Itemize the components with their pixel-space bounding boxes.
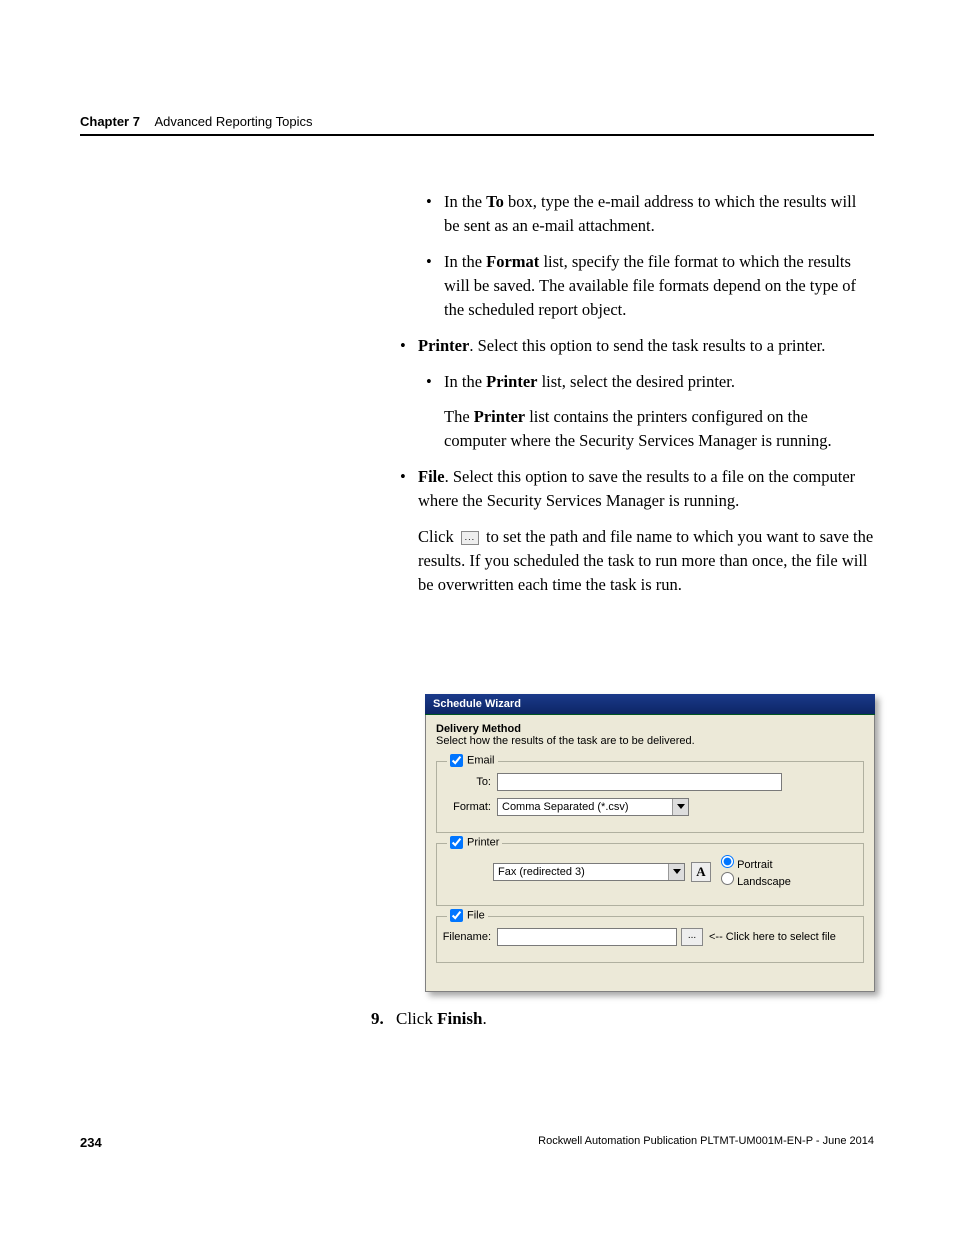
format-combo[interactable]: Comma Separated (*.csv) xyxy=(497,798,689,816)
printer-value: Fax (redirected 3) xyxy=(498,866,585,878)
text: Click xyxy=(418,527,458,546)
orientation-radios: Portrait Landscape xyxy=(721,854,791,889)
publication-info: Rockwell Automation Publication PLTMT-UM… xyxy=(538,1135,874,1147)
format-value: Comma Separated (*.csv) xyxy=(502,801,629,813)
bold-format: Format xyxy=(486,252,539,271)
landscape-radio[interactable] xyxy=(721,872,734,885)
bold-printer3: Printer xyxy=(474,407,525,426)
chevron-down-icon xyxy=(672,799,688,815)
bullet-format: In the Format list, specify the file for… xyxy=(426,250,874,322)
text: In the xyxy=(444,192,486,211)
text: . Select this option to send the task re… xyxy=(469,336,825,355)
bullet-file: File. Select this option to save the res… xyxy=(400,465,874,513)
dialog-section-title: Delivery Method xyxy=(436,723,864,735)
email-legend: Email xyxy=(447,754,498,767)
text: to set the path and file name to which y… xyxy=(418,527,873,594)
portrait-radio-label: Portrait xyxy=(721,855,791,871)
click-paragraph: Click ... to set the path and file name … xyxy=(418,525,874,597)
fieldset-email: Email To: Format: Comma Separated (*.csv… xyxy=(436,761,864,833)
chapter-number: Chapter 7 xyxy=(80,114,140,129)
dialog-section-desc: Select how the results of the task are t… xyxy=(436,735,864,747)
dialog-body: Delivery Method Select how the results o… xyxy=(425,715,875,992)
fieldset-file: File Filename: ... <-- Click here to sel… xyxy=(436,916,864,963)
landscape-radio-label: Landscape xyxy=(721,872,791,888)
printer-checkbox[interactable] xyxy=(450,836,463,849)
email-legend-label: Email xyxy=(467,754,495,766)
email-checkbox[interactable] xyxy=(450,754,463,767)
bullet-to: In the To box, type the e-mail address t… xyxy=(426,190,874,238)
bold-finish: Finish xyxy=(437,1009,482,1028)
landscape-text: Landscape xyxy=(737,876,791,888)
filename-label: Filename: xyxy=(439,931,491,943)
step-number: 9. xyxy=(371,1009,384,1028)
chevron-down-icon xyxy=(668,864,684,880)
page-number: 234 xyxy=(80,1135,102,1150)
page-footer: 234 Rockwell Automation Publication PLTM… xyxy=(80,1135,874,1150)
step-9: 9. Click Finish. xyxy=(371,1009,487,1029)
portrait-text: Portrait xyxy=(737,859,772,871)
file-checkbox[interactable] xyxy=(450,909,463,922)
text: The xyxy=(444,407,474,426)
ellipsis-icon: ... xyxy=(461,531,479,545)
text: In the xyxy=(444,252,486,271)
chapter-title xyxy=(144,114,155,129)
text: Click xyxy=(396,1009,437,1028)
ellipsis-icon: ... xyxy=(688,930,696,941)
to-label: To: xyxy=(447,776,491,788)
bullet-printer: Printer. Select this option to send the … xyxy=(400,334,874,358)
chapter-title-text: Advanced Reporting Topics xyxy=(154,114,312,129)
bold-printer2: Printer xyxy=(486,372,537,391)
printer-legend-label: Printer xyxy=(467,836,499,848)
dialog-title-bar: Schedule Wizard xyxy=(425,694,875,715)
bold-to: To xyxy=(486,192,504,211)
filename-input[interactable] xyxy=(497,928,677,946)
text: . Select this option to save the results… xyxy=(418,467,855,510)
to-input[interactable] xyxy=(497,773,782,791)
text: list, select the desired printer. xyxy=(537,372,734,391)
printer-combo[interactable]: Fax (redirected 3) xyxy=(493,863,685,881)
bold-file: File xyxy=(418,467,445,486)
browse-button[interactable]: ... xyxy=(681,928,703,946)
font-button[interactable]: A xyxy=(691,862,711,882)
bullet-printer-sub: In the Printer list, select the desired … xyxy=(426,370,874,394)
file-legend: File xyxy=(447,909,488,922)
printer-legend: Printer xyxy=(447,836,502,849)
format-label: Format: xyxy=(447,801,491,813)
printer-note: The Printer list contains the printers c… xyxy=(444,405,874,453)
file-legend-label: File xyxy=(467,909,485,921)
text: In the xyxy=(444,372,486,391)
text: . xyxy=(482,1009,486,1028)
chapter-header: Chapter 7 Advanced Reporting Topics xyxy=(80,114,312,129)
portrait-radio[interactable] xyxy=(721,855,734,868)
bold-printer: Printer xyxy=(418,336,469,355)
body-content: In the To box, type the e-mail address t… xyxy=(400,190,874,609)
text: box, type the e-mail address to which th… xyxy=(444,192,856,235)
schedule-wizard-dialog: Schedule Wizard Delivery Method Select h… xyxy=(425,694,875,992)
font-icon: A xyxy=(696,864,705,880)
fieldset-printer: Printer Fax (redirected 3) A Portrait La… xyxy=(436,843,864,906)
file-hint: <-- Click here to select file xyxy=(709,931,836,943)
header-rule xyxy=(80,134,874,136)
